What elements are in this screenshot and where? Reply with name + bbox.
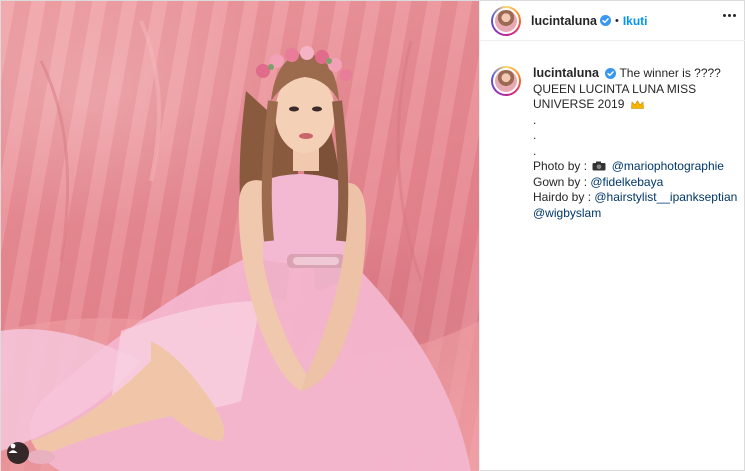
- mention-mariophotographie[interactable]: @mariophotographie: [612, 159, 724, 173]
- caption-dot-1: .: [533, 112, 537, 127]
- post-header: lucintaluna • Ikuti: [480, 1, 745, 41]
- instagram-post: lucintaluna • Ikuti lucintaluna The winn…: [0, 0, 745, 471]
- post-caption: lucintaluna The winner is ???? QUEEN LUC…: [491, 66, 741, 221]
- header-separator: •: [614, 14, 619, 27]
- mention-wigbyslam[interactable]: @wigbyslam: [533, 206, 601, 220]
- user-tag-icon: [8, 443, 18, 453]
- author-avatar[interactable]: [491, 5, 521, 36]
- post-side-panel: lucintaluna • Ikuti lucintaluna The winn…: [479, 1, 745, 471]
- caption-avatar[interactable]: [491, 66, 521, 96]
- mention-hairstylist[interactable]: @hairstylist__ipankseptian: [594, 190, 737, 204]
- caption-dot-2: .: [533, 128, 537, 142]
- more-options-icon[interactable]: [723, 14, 736, 17]
- credit-gown: Gown by : @fidelkebaya: [533, 175, 737, 191]
- caption-body: lucintaluna The winner is ???? QUEEN LUC…: [533, 66, 737, 221]
- verified-badge-icon: [599, 15, 611, 26]
- caption-text-line2: QUEEN LUCINTA LUNA MISS: [533, 81, 697, 96]
- credit-photo-label: Photo by :: [533, 159, 588, 173]
- credit-photo: Photo by : @mariophotographie: [533, 159, 737, 175]
- credit-hair: Hairdo by : @hairstylist__ipankseptian: [533, 190, 737, 206]
- camera-emoji-icon: [592, 161, 606, 171]
- caption-text-line3: UNIVERSE 2019: [533, 97, 625, 111]
- photo-illustration: [1, 20, 479, 471]
- credit-wig: @wigbyslam: [533, 206, 737, 222]
- mention-fidelkebaya[interactable]: @fidelkebaya: [590, 175, 663, 189]
- caption-dot-3: .: [533, 143, 537, 158]
- credit-hair-label: Hairdo by :: [533, 190, 592, 204]
- verified-badge-icon: [605, 68, 617, 80]
- follow-button[interactable]: Ikuti: [623, 14, 648, 28]
- caption-third-line: UNIVERSE 2019: [533, 97, 737, 113]
- crown-emoji-icon: [630, 100, 644, 109]
- caption-username[interactable]: lucintaluna: [533, 66, 599, 80]
- credit-gown-label: Gown by :: [533, 174, 588, 189]
- author-username[interactable]: lucintaluna: [531, 14, 597, 28]
- user-tag-button[interactable]: [7, 442, 29, 464]
- post-photo[interactable]: [1, 1, 479, 471]
- caption-first-line: lucintaluna The winner is ????: [533, 66, 737, 82]
- caption-text-line1: The winner is ????: [619, 66, 721, 80]
